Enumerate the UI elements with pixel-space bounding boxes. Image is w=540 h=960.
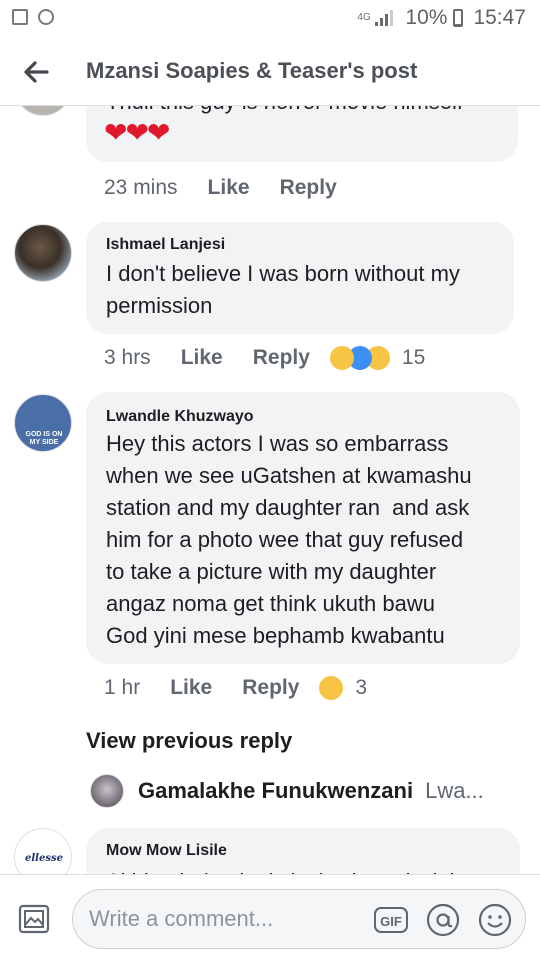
haha-reaction-icon xyxy=(329,346,354,370)
comment-bubble[interactable]: Thuli this guy is horror movie himself ❤… xyxy=(86,106,518,162)
reply-snippet: Lwa... xyxy=(425,778,484,803)
status-bar: 4G 10% 15:47 xyxy=(0,0,540,38)
comment-text-line: Hey this actors I was so embarrass xyxy=(106,431,449,456)
comment-text-line: I don't believe I was born without my xyxy=(106,261,460,286)
comment-text-line: station and my daughter ran and ask xyxy=(106,495,470,520)
reactions-summary[interactable]: 15 xyxy=(329,346,426,370)
avatar[interactable] xyxy=(14,224,72,282)
comment-placeholder: Write a comment... xyxy=(89,906,274,931)
reaction-count: 3 xyxy=(355,676,368,699)
reactions-summary[interactable]: 3 xyxy=(319,676,367,700)
sad-reaction-icon xyxy=(319,676,344,700)
gallery-notification-icon xyxy=(12,9,28,25)
reply-button[interactable]: Reply xyxy=(253,346,310,370)
comment-author[interactable]: Lwandle Khuzwayo xyxy=(106,408,254,426)
comment-text-line: permission xyxy=(106,293,213,318)
like-button[interactable]: Like xyxy=(170,676,212,700)
reaction-count: 15 xyxy=(401,346,426,369)
comment-text-line: angaz noma get think ukuth bawu xyxy=(106,591,436,616)
comment-author[interactable]: Mow Mow Lisile xyxy=(106,842,227,860)
network-type: 4G xyxy=(357,12,371,23)
page-title: Mzansi Soapies & Teaser's post xyxy=(86,58,418,83)
like-button[interactable]: Like xyxy=(208,176,250,200)
reply-preview[interactable]: Gamalakhe Funukwenzani Lwa... xyxy=(90,774,484,808)
comment-bubble[interactable]: Ishmael Lanjesi I don't believe I was bo… xyxy=(86,222,514,334)
comment-text: Akhkuphela ukuti sisejwabeza kwini xyxy=(106,866,506,874)
avatar[interactable] xyxy=(14,106,72,116)
back-button[interactable] xyxy=(16,52,56,92)
comment-text-line: when we see uGatshen at kwamashu xyxy=(106,463,472,488)
comment-time: 1 hr xyxy=(104,676,141,699)
avatar[interactable]: GOD IS ON MY SIDE xyxy=(14,394,72,452)
at-sticker-icon[interactable] xyxy=(425,902,461,938)
comment-time: 3 hrs xyxy=(104,346,151,369)
gif-icon[interactable]: GIF xyxy=(373,902,409,938)
clock: 15:47 xyxy=(473,6,526,29)
post-header: Mzansi Soapies & Teaser's post xyxy=(0,38,540,106)
reply-button[interactable]: Reply xyxy=(242,676,299,700)
comment-text-line: to take a picture with my daughter xyxy=(106,559,437,584)
comment-bubble[interactable]: Lwandle Khuzwayo Hey this actors I was s… xyxy=(86,392,520,664)
comment-input[interactable]: Write a comment... GIF xyxy=(72,889,526,949)
comment-bubble[interactable]: Mow Mow Lisile Akhkuphela ukuti sisejwab… xyxy=(86,828,520,874)
photo-icon[interactable] xyxy=(16,901,52,937)
comment-meta: 3 hrs Like Reply 15 xyxy=(104,346,425,370)
comment-composer: Write a comment... GIF xyxy=(0,874,540,960)
comment-meta: 1 hr Like Reply 3 xyxy=(104,676,367,700)
comment-time: 23 mins xyxy=(104,176,178,199)
battery-icon xyxy=(453,9,464,27)
avatar[interactable]: ellesse xyxy=(14,828,72,874)
avatar-logo: ellesse xyxy=(25,853,63,864)
comment-meta: 23 mins Like Reply xyxy=(104,176,337,200)
comment-text-line: him for a photo wee that guy refused xyxy=(106,527,464,552)
settings-notification-icon xyxy=(38,9,54,25)
comment-text-line: God yini mese bephamb kwabantu xyxy=(106,623,445,648)
reply-author[interactable]: Gamalakhe Funukwenzani xyxy=(138,778,413,804)
heart-emojis: ❤❤❤ xyxy=(104,117,170,148)
view-previous-reply-link[interactable]: View previous reply xyxy=(86,728,292,754)
battery-percentage: 10% xyxy=(405,6,448,29)
signal-strength-icon xyxy=(375,10,394,26)
smiley-icon[interactable] xyxy=(477,902,513,938)
avatar[interactable] xyxy=(90,774,124,808)
comments-list: Thuli this guy is horror movie himself ❤… xyxy=(0,106,540,874)
gif-label: GIF xyxy=(380,914,402,929)
comment-author[interactable]: Ishmael Lanjesi xyxy=(106,236,225,254)
arrow-left-icon xyxy=(24,61,49,83)
like-button[interactable]: Like xyxy=(181,346,223,370)
reply-button[interactable]: Reply xyxy=(280,176,337,200)
avatar-caption: GOD IS ON MY SIDE xyxy=(25,431,63,446)
